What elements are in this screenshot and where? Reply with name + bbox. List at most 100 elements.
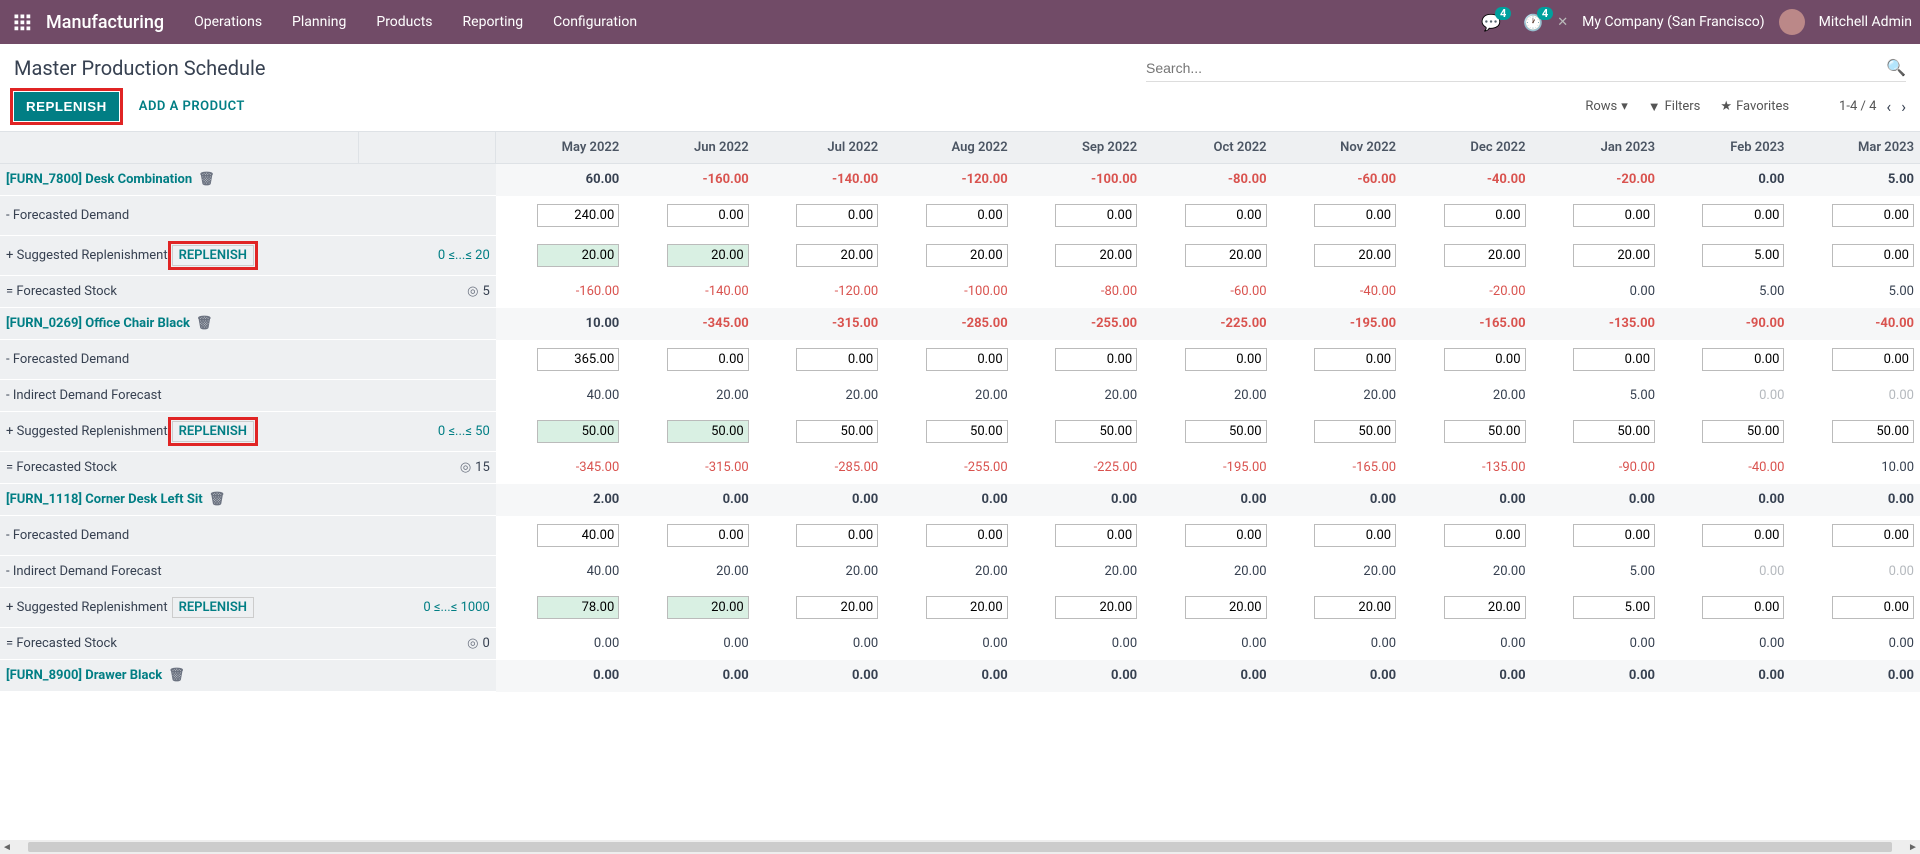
forecasted-demand-input[interactable] [926, 348, 1008, 371]
suggested-replenishment-input[interactable] [1055, 420, 1137, 443]
forecasted-demand-input[interactable] [1702, 204, 1784, 227]
trash-icon[interactable]: 🗑 [196, 316, 213, 331]
suggested-replenishment-input[interactable] [1832, 596, 1914, 619]
forecasted-demand-input[interactable] [537, 524, 619, 547]
rows-dropdown[interactable]: Rows ▾ [1585, 99, 1627, 114]
pager-text[interactable]: 1-4 / 4 [1839, 99, 1876, 114]
trash-icon[interactable]: 🗑 [198, 172, 215, 187]
company-switcher[interactable]: My Company (San Francisco) [1582, 14, 1764, 30]
search-input[interactable] [1146, 60, 1886, 76]
product-link[interactable]: [FURN_0269] Office Chair Black [6, 316, 190, 331]
trash-icon[interactable]: 🗑 [209, 492, 226, 507]
suggested-replenishment-input[interactable] [537, 420, 619, 443]
forecasted-demand-input[interactable] [1444, 524, 1526, 547]
forecasted-demand-input[interactable] [796, 348, 878, 371]
suggested-replenishment-input[interactable] [537, 244, 619, 267]
mps-grid[interactable]: May 2022Jun 2022Jul 2022Aug 2022Sep 2022… [0, 131, 1920, 845]
forecasted-demand-input[interactable] [1444, 204, 1526, 227]
forecasted-demand-input[interactable] [537, 348, 619, 371]
forecasted-demand-input[interactable] [1185, 524, 1267, 547]
suggested-replenishment-input[interactable] [667, 596, 749, 619]
suggested-replenishment-input[interactable] [1055, 596, 1137, 619]
suggested-replenishment-input[interactable] [1185, 596, 1267, 619]
forecasted-demand-input[interactable] [1832, 524, 1914, 547]
messages-icon[interactable]: 💬4 [1481, 13, 1501, 32]
nav-configuration[interactable]: Configuration [553, 14, 637, 30]
forecasted-demand-input[interactable] [1573, 348, 1655, 371]
scrollbar-thumb[interactable] [28, 842, 1892, 852]
app-brand[interactable]: Manufacturing [46, 12, 164, 33]
range-link[interactable]: 0 ≤...≤ 20 [438, 248, 490, 263]
stock-target[interactable]: ◎15 [358, 452, 496, 484]
suggested-replenishment-input[interactable] [1314, 596, 1396, 619]
search-bar[interactable]: 🔍 [1146, 54, 1906, 82]
suggested-replenishment-input[interactable] [1573, 244, 1655, 267]
suggested-replenishment-input[interactable] [1055, 244, 1137, 267]
pager-next[interactable]: › [1901, 97, 1906, 116]
nav-operations[interactable]: Operations [194, 14, 262, 30]
trash-icon[interactable]: 🗑 [168, 668, 185, 683]
avatar[interactable] [1779, 9, 1805, 35]
range-link[interactable]: 0 ≤...≤ 50 [438, 424, 490, 439]
suggested-replenishment-input[interactable] [1573, 420, 1655, 443]
suggested-replenishment-input[interactable] [1702, 596, 1784, 619]
stock-target[interactable]: ◎0 [358, 628, 496, 660]
filters-button[interactable]: ▼ Filters [1648, 99, 1701, 115]
forecasted-demand-input[interactable] [667, 204, 749, 227]
forecasted-demand-input[interactable] [667, 348, 749, 371]
suggested-replenishment-input[interactable] [1444, 596, 1526, 619]
forecasted-demand-input[interactable] [537, 204, 619, 227]
stock-target[interactable]: ◎5 [358, 276, 496, 308]
forecasted-demand-input[interactable] [1573, 524, 1655, 547]
product-link[interactable]: [FURN_7800] Desk Combination [6, 172, 192, 187]
replenish-inline-button[interactable]: REPLENISH [172, 597, 254, 618]
horizontal-scrollbar[interactable]: ◄ ► [0, 840, 1920, 854]
product-link[interactable]: [FURN_1118] Corner Desk Left Sit [6, 492, 203, 507]
suggested-replenishment-input[interactable] [667, 244, 749, 267]
user-name[interactable]: Mitchell Admin [1819, 14, 1912, 30]
suggested-replenishment-input[interactable] [926, 244, 1008, 267]
forecasted-demand-input[interactable] [1185, 348, 1267, 371]
forecasted-demand-input[interactable] [1444, 348, 1526, 371]
suggested-replenishment-input[interactable] [926, 420, 1008, 443]
forecasted-demand-input[interactable] [1702, 524, 1784, 547]
search-icon[interactable]: 🔍 [1886, 58, 1906, 77]
suggested-replenishment-input[interactable] [1314, 244, 1396, 267]
suggested-replenishment-input[interactable] [667, 420, 749, 443]
replenish-button[interactable]: REPLENISH [14, 92, 119, 121]
forecasted-demand-input[interactable] [1185, 204, 1267, 227]
forecasted-demand-input[interactable] [1832, 348, 1914, 371]
suggested-replenishment-input[interactable] [1185, 420, 1267, 443]
apps-icon[interactable] [8, 8, 36, 36]
scroll-right-icon[interactable]: ► [1906, 842, 1920, 853]
forecasted-demand-input[interactable] [1314, 524, 1396, 547]
replenish-inline-button[interactable]: REPLENISH [172, 245, 254, 266]
forecasted-demand-input[interactable] [1055, 348, 1137, 371]
forecasted-demand-input[interactable] [667, 524, 749, 547]
suggested-replenishment-input[interactable] [537, 596, 619, 619]
scroll-left-icon[interactable]: ◄ [0, 842, 14, 853]
forecasted-demand-input[interactable] [926, 204, 1008, 227]
forecasted-demand-input[interactable] [796, 524, 878, 547]
pager-prev[interactable]: ‹ [1886, 97, 1891, 116]
forecasted-demand-input[interactable] [1573, 204, 1655, 227]
nav-planning[interactable]: Planning [292, 14, 346, 30]
suggested-replenishment-input[interactable] [796, 244, 878, 267]
suggested-replenishment-input[interactable] [796, 596, 878, 619]
forecasted-demand-input[interactable] [1314, 204, 1396, 227]
debug-icon[interactable]: ✕ [1557, 15, 1568, 30]
nav-reporting[interactable]: Reporting [463, 14, 524, 30]
add-product-button[interactable]: ADD A PRODUCT [139, 99, 245, 114]
suggested-replenishment-input[interactable] [796, 420, 878, 443]
suggested-replenishment-input[interactable] [1832, 244, 1914, 267]
suggested-replenishment-input[interactable] [1832, 420, 1914, 443]
range-link[interactable]: 0 ≤...≤ 1000 [423, 600, 489, 615]
suggested-replenishment-input[interactable] [926, 596, 1008, 619]
forecasted-demand-input[interactable] [1055, 204, 1137, 227]
forecasted-demand-input[interactable] [1314, 348, 1396, 371]
suggested-replenishment-input[interactable] [1702, 244, 1784, 267]
suggested-replenishment-input[interactable] [1185, 244, 1267, 267]
replenish-inline-button[interactable]: REPLENISH [172, 421, 254, 442]
nav-products[interactable]: Products [376, 14, 432, 30]
suggested-replenishment-input[interactable] [1444, 420, 1526, 443]
